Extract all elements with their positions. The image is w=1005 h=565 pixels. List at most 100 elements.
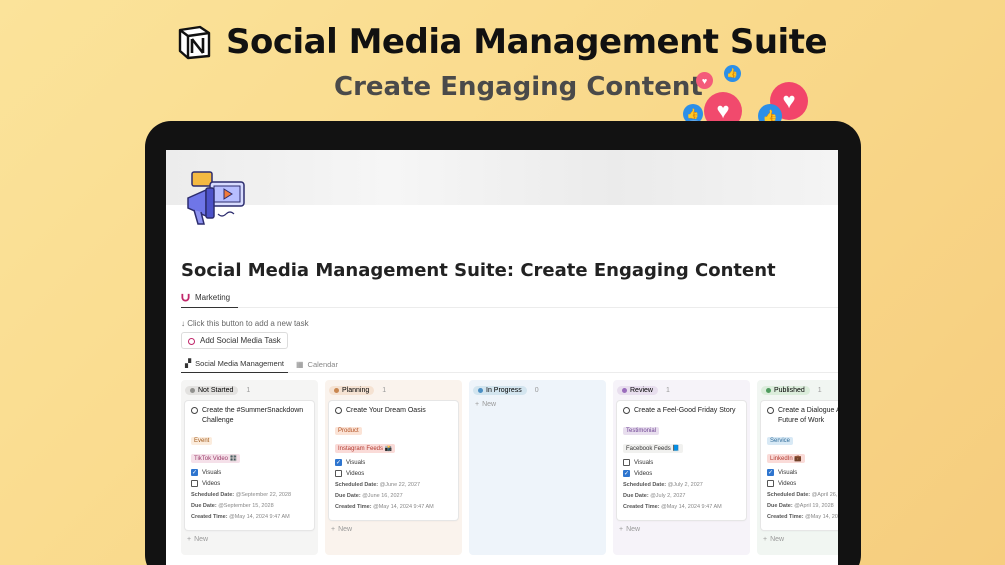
board-column: In Progress 0 + New	[469, 380, 606, 555]
checkbox[interactable]	[767, 480, 774, 488]
plus-icon: +	[331, 526, 336, 534]
tag-row: Service	[767, 429, 838, 447]
meta-label: Due Date:	[335, 493, 363, 500]
column-count: 0	[534, 386, 539, 394]
status-badge[interactable]: Planning	[329, 385, 375, 395]
checkbox[interactable]: ✓	[191, 469, 198, 477]
column-header: Published 1	[761, 383, 838, 397]
new-item-button[interactable]: + New	[473, 401, 602, 408]
board-column: Not Started 1 Create the #SummerSnackdown …	[181, 380, 318, 555]
meta-value: @June 16, 2027	[362, 493, 403, 500]
banner-title-row: Social Media Management Suite	[176, 22, 828, 62]
checkbox-label: Visuals	[202, 469, 222, 476]
task-icon	[191, 407, 198, 414]
meta-scheduled: Scheduled Date: @June 22, 2027	[335, 482, 452, 488]
new-label: New	[338, 526, 353, 534]
magnet-icon	[181, 293, 190, 302]
task-card[interactable]: Create Your Dream Oasis Product Instagram …	[329, 401, 458, 521]
card-title-text: Create Your Dream Oasis	[346, 407, 426, 414]
checkbox-row-visuals: Visuals	[623, 459, 740, 467]
view-tab-calendar-label: Calendar	[307, 359, 338, 369]
checkbox-label: Visuals	[346, 459, 366, 466]
plus-icon: +	[619, 526, 624, 534]
column-count: 1	[665, 386, 670, 394]
meta-created: Created Time: @May 14, 2024 9:47 AM	[623, 504, 740, 510]
card-title-text: Create a Dialogue About the Future of Wo…	[778, 407, 838, 425]
status-badge[interactable]: Not Started	[185, 385, 239, 395]
meta-created: Created Time: @May 14, 2024 9:47 AM	[191, 514, 308, 520]
checkbox-row-videos: Videos	[335, 470, 452, 478]
meta-value: @May 14, 2024 9:47 AM	[373, 504, 434, 511]
checkbox[interactable]: ✓	[767, 469, 774, 477]
view-tab-board[interactable]: ▞ Social Media Management	[181, 355, 288, 373]
card-title: Create the #SummerSnackdown Challenge	[191, 406, 308, 426]
view-tab-board-label: Social Media Management	[195, 359, 284, 368]
checkbox-label: Visuals	[634, 459, 654, 466]
plus-icon: +	[763, 536, 768, 544]
checkbox[interactable]	[335, 470, 342, 478]
task-card[interactable]: Create a Dialogue About the Future of Wo…	[761, 401, 838, 531]
checkbox[interactable]: ✓	[335, 459, 342, 467]
checkbox[interactable]	[623, 459, 630, 467]
status-label: In Progress	[486, 386, 522, 394]
task-card[interactable]: Create the #SummerSnackdown Challenge Eve…	[185, 401, 314, 531]
card-title: Create Your Dream Oasis	[335, 406, 452, 416]
meta-scheduled: Scheduled Date: @July 2, 2027	[623, 482, 740, 488]
calendar-icon: ▦	[295, 359, 304, 369]
meta-value: @May 14, 2024 9:47 AM	[229, 514, 290, 521]
tab-marketing[interactable]: Marketing	[181, 288, 239, 308]
meta-due: Due Date: @September 15, 2028	[191, 503, 308, 509]
checkbox-row-visuals: ✓ Visuals	[767, 469, 838, 477]
tag: Testimonial	[623, 427, 660, 436]
meta-due: Due Date: @April 19, 2028	[767, 503, 838, 509]
column-header: Review 1	[617, 383, 746, 397]
megaphone-video-icon	[187, 171, 245, 225]
new-label: New	[482, 401, 497, 408]
status-badge[interactable]: Published	[761, 385, 810, 395]
tab-marketing-label: Marketing	[195, 293, 231, 302]
new-item-button[interactable]: + New	[329, 526, 458, 533]
page-tab-bar: Marketing	[181, 288, 838, 308]
tag-row: Event	[191, 429, 308, 447]
column-header: Not Started 1	[185, 383, 314, 397]
checkbox-label: Videos	[346, 470, 365, 477]
tag-row: Testimonial	[623, 419, 740, 437]
add-social-media-task-button[interactable]: Add Social Media Task	[181, 332, 288, 349]
meta-label: Created Time:	[767, 514, 806, 521]
meta-value: @June 22, 2027	[379, 482, 421, 489]
meta-value: @July 2, 2027	[650, 493, 686, 500]
column-count: 1	[382, 386, 387, 394]
checkbox-label: Videos	[202, 480, 221, 487]
status-badge[interactable]: Review	[617, 385, 658, 395]
checkbox[interactable]	[191, 480, 198, 488]
new-item-button[interactable]: + New	[185, 536, 314, 543]
view-tab-calendar[interactable]: ▦ Calendar	[292, 355, 342, 373]
column-count: 1	[246, 386, 251, 394]
meta-due: Due Date: @June 16, 2027	[335, 493, 452, 499]
new-item-button[interactable]: + New	[617, 526, 746, 533]
checkbox-row-visuals: ✓ Visuals	[335, 459, 452, 467]
notion-logo-icon	[178, 25, 211, 60]
meta-value: @September 22, 2028	[235, 492, 292, 499]
page-cover	[166, 150, 838, 205]
plus-icon: +	[187, 536, 192, 544]
card-title-text: Create the #SummerSnackdown Challenge	[202, 407, 304, 425]
checkbox[interactable]: ✓	[623, 470, 630, 478]
column-count: 1	[817, 386, 822, 394]
new-label: New	[194, 536, 209, 544]
meta-label: Scheduled Date:	[335, 482, 380, 489]
checkbox-row-videos: Videos	[767, 480, 838, 488]
new-item-button[interactable]: + New	[761, 536, 838, 543]
view-tab-bar: ▞ Social Media Management ▦ Calendar	[181, 355, 838, 373]
add-task-hint: ↓ Click this button to add a new task	[181, 319, 309, 328]
status-dot-icon	[622, 387, 627, 393]
task-card[interactable]: Create a Feel-Good Friday Story Testimoni…	[617, 401, 746, 521]
tag: Facebook Feeds 📘	[623, 444, 683, 454]
meta-label: Created Time:	[623, 504, 662, 511]
task-icon	[335, 407, 342, 414]
status-badge[interactable]: In Progress	[473, 385, 527, 395]
checkbox-row-videos: Videos	[191, 480, 308, 488]
meta-value: @April 26, 2028	[811, 492, 838, 499]
add-button-label: Add Social Media Task	[200, 336, 281, 345]
meta-label: Scheduled Date:	[191, 492, 236, 499]
